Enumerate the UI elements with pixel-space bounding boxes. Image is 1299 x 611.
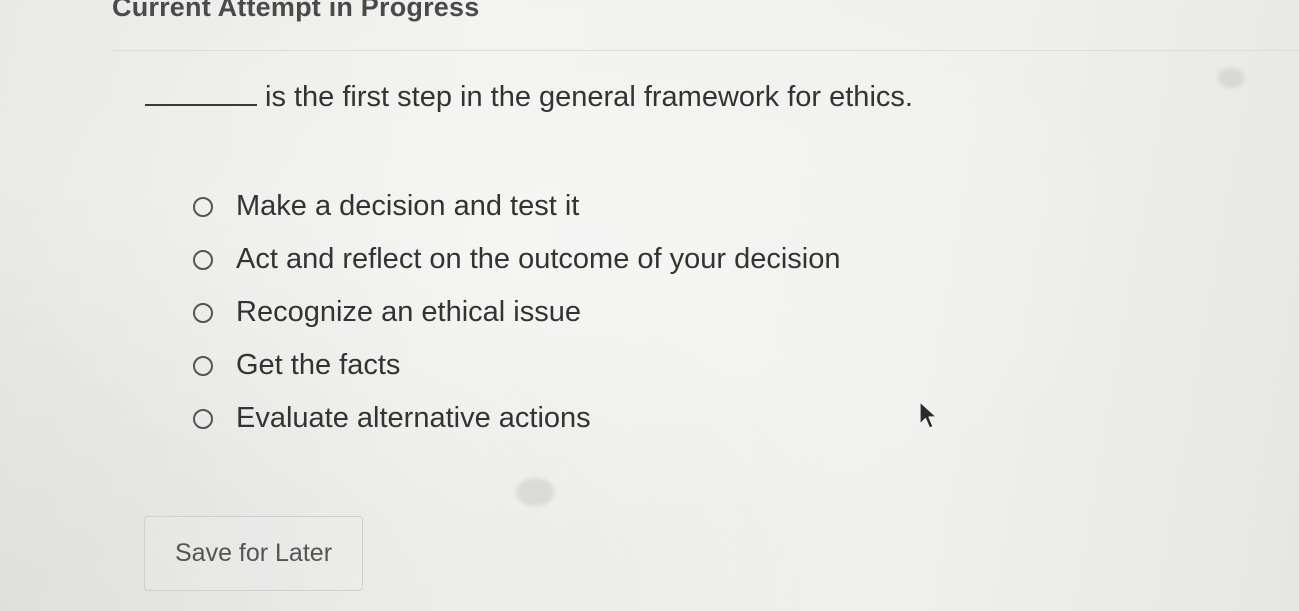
option-label[interactable]: Act and reflect on the outcome of your d…: [236, 243, 841, 276]
header-divider: [112, 50, 1299, 51]
attempt-status-heading: Current Attempt in Progress: [112, 0, 480, 22]
question-prompt: is the first step in the general framewo…: [145, 78, 913, 114]
screen-smudge: [516, 478, 554, 506]
answer-blank: [145, 78, 257, 106]
option-label[interactable]: Evaluate alternative actions: [236, 402, 591, 435]
option-get-facts[interactable]: Get the facts: [193, 339, 841, 392]
answer-options: Make a decision and test it Act and refl…: [193, 180, 841, 445]
option-recognize-issue[interactable]: Recognize an ethical issue: [193, 286, 841, 339]
option-evaluate-alternatives[interactable]: Evaluate alternative actions: [193, 392, 841, 445]
option-make-decision[interactable]: Make a decision and test it: [193, 180, 841, 233]
option-act-and-reflect[interactable]: Act and reflect on the outcome of your d…: [193, 233, 841, 286]
screen-smudge: [1218, 68, 1244, 88]
option-label[interactable]: Get the facts: [236, 349, 400, 382]
radio-unselected-icon[interactable]: [193, 355, 213, 376]
option-label[interactable]: Recognize an ethical issue: [236, 296, 581, 329]
radio-unselected-icon[interactable]: [193, 249, 213, 270]
option-label[interactable]: Make a decision and test it: [236, 190, 579, 223]
radio-unselected-icon[interactable]: [193, 408, 213, 429]
radio-unselected-icon[interactable]: [193, 196, 213, 217]
mouse-pointer-icon: [919, 401, 938, 429]
question-text: is the first step in the general framewo…: [265, 81, 913, 113]
radio-unselected-icon[interactable]: [193, 302, 213, 323]
save-for-later-button[interactable]: Save for Later: [144, 516, 363, 591]
